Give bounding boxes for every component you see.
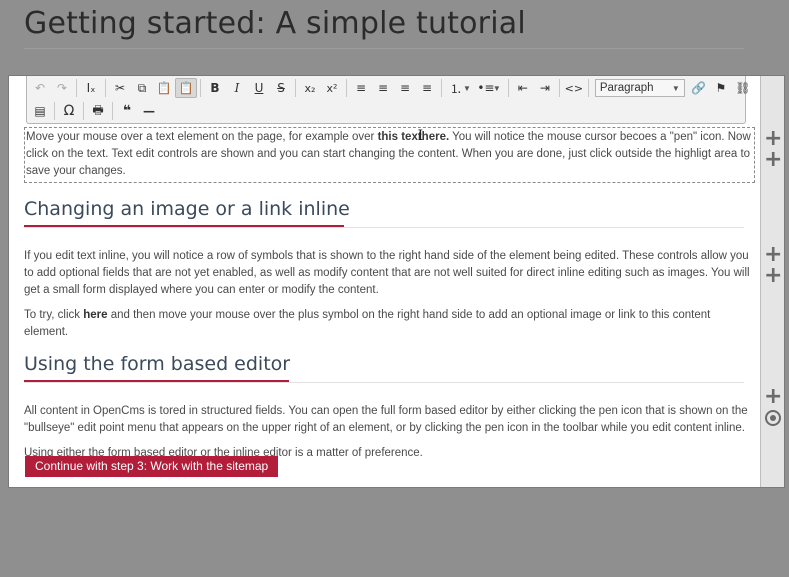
toolbar-separator (200, 79, 201, 97)
toolbar-separator (83, 102, 84, 120)
continue-step-3-button[interactable]: Continue with step 3: Work with the site… (25, 456, 279, 477)
unlink-icon[interactable]: ⛓ (732, 78, 754, 98)
italic-icon[interactable]: I (226, 78, 248, 98)
section-1-heading: Changing an image or a link inline (24, 198, 350, 220)
cut-icon[interactable]: ✂ (109, 78, 131, 98)
link-icon[interactable]: 🔗 (688, 78, 710, 98)
numbered-list-dropdown-icon[interactable]: ▼ (463, 84, 471, 93)
edit-controls-rail: + + + + + (760, 76, 784, 487)
toolbar-separator (54, 102, 55, 120)
redo-icon[interactable]: ↷ (51, 78, 73, 98)
strikethrough-icon[interactable]: S (270, 78, 292, 98)
align-center-icon[interactable]: ≡ (372, 78, 394, 98)
toolbar-separator (507, 79, 509, 97)
add-element-plus-icon[interactable]: + (764, 244, 782, 266)
section-1-p2-after: and then move your mouse over the plus s… (24, 309, 711, 338)
indent-icon[interactable]: ⇥ (534, 78, 556, 98)
section-1-paragraph-2: To try, click here and then move your mo… (24, 307, 755, 341)
blockquote-icon[interactable]: ❝ (116, 101, 138, 121)
page-title: Getting started: A simple tutorial (24, 6, 526, 41)
section-2-paragraph-1: All content in OpenCms is tored in struc… (24, 405, 748, 434)
subscript-icon[interactable]: x₂ (299, 78, 321, 98)
align-right-icon[interactable]: ≡ (394, 78, 416, 98)
underline-icon[interactable]: U (248, 78, 270, 98)
template-icon[interactable]: ▤ (29, 101, 51, 121)
remove-format-icon[interactable]: Iₓ (80, 78, 102, 98)
toolbar-separator (441, 79, 442, 97)
add-element-plus-icon[interactable]: + (764, 149, 782, 171)
toolbar-separator (105, 79, 106, 97)
edit-area-text-before: Move your mouse over a text element on t… (26, 131, 378, 143)
edit-area-bold-b: here. (421, 131, 450, 143)
toolbar-separator (558, 79, 560, 97)
outdent-icon[interactable]: ⇤ (512, 78, 534, 98)
section-1-paragraph-1: If you edit text inline, you will notice… (24, 250, 750, 296)
anchor-icon[interactable]: ⚑ (710, 78, 732, 98)
paragraph-format-select[interactable]: Paragraph ▼ (594, 79, 685, 97)
superscript-icon[interactable]: x² (321, 78, 343, 98)
content-editor-frame: ↶ ↷ Iₓ ✂ ⧉ 📋 📋 B I U S x₂ x² ≡ ≡ ≡ ≡ ⒈ ▼… (8, 75, 785, 488)
toolbar-separator (112, 102, 113, 120)
paragraph-format-value: Paragraph (599, 82, 654, 94)
chevron-down-icon: ▼ (671, 83, 680, 93)
add-element-plus-icon[interactable]: + (764, 386, 782, 408)
section-2-heading: Using the form based editor (24, 353, 291, 375)
edit-area-bold-a: this text (377, 131, 422, 143)
source-code-icon[interactable]: <> (563, 78, 585, 98)
special-character-icon[interactable]: Ω (58, 101, 80, 121)
add-element-plus-icon[interactable]: + (764, 265, 782, 287)
align-justify-icon[interactable]: ≡ (416, 78, 438, 98)
toolbar-separator (295, 79, 296, 97)
paste-icon[interactable]: 📋 (153, 78, 175, 98)
section-1-p2-before: To try, click (24, 309, 84, 321)
print-icon[interactable]: 🖶 (87, 101, 109, 121)
content-body: Move your mouse over a text element on t… (24, 127, 755, 462)
section-2-rule (24, 382, 744, 383)
toolbar-row-2: ▤ Ω 🖶 ❝ — (29, 100, 160, 122)
undo-icon[interactable]: ↶ (29, 78, 51, 98)
bullet-list-dropdown-icon[interactable]: ▼ (493, 84, 501, 93)
align-left-icon[interactable]: ≡ (350, 78, 372, 98)
paste-text-icon[interactable]: 📋 (175, 78, 197, 98)
horizontal-rule-icon[interactable]: — (138, 101, 160, 121)
section-2-header: Using the form based editor (24, 353, 755, 383)
add-element-plus-icon[interactable]: + (764, 128, 782, 150)
copy-icon[interactable]: ⧉ (131, 78, 153, 98)
here-link[interactable]: here (83, 309, 107, 321)
inline-text-edit-area[interactable]: Move your mouse over a text element on t… (24, 127, 755, 183)
bold-icon[interactable]: B (204, 78, 226, 98)
toolbar-separator (587, 79, 589, 97)
toolbar-separator (76, 79, 77, 97)
bullseye-edit-point-icon[interactable] (765, 410, 781, 426)
section-1-rule (24, 227, 744, 228)
toolbar-separator (346, 79, 347, 97)
section-1-header: Changing an image or a link inline (24, 198, 755, 228)
inline-editor-toolbar: ↶ ↷ Iₓ ✂ ⧉ 📋 📋 B I U S x₂ x² ≡ ≡ ≡ ≡ ⒈ ▼… (26, 76, 750, 124)
toolbar-row-1: ↶ ↷ Iₓ ✂ ⧉ 📋 📋 B I U S x₂ x² ≡ ≡ ≡ ≡ ⒈ ▼… (29, 77, 754, 99)
title-divider (24, 48, 744, 49)
